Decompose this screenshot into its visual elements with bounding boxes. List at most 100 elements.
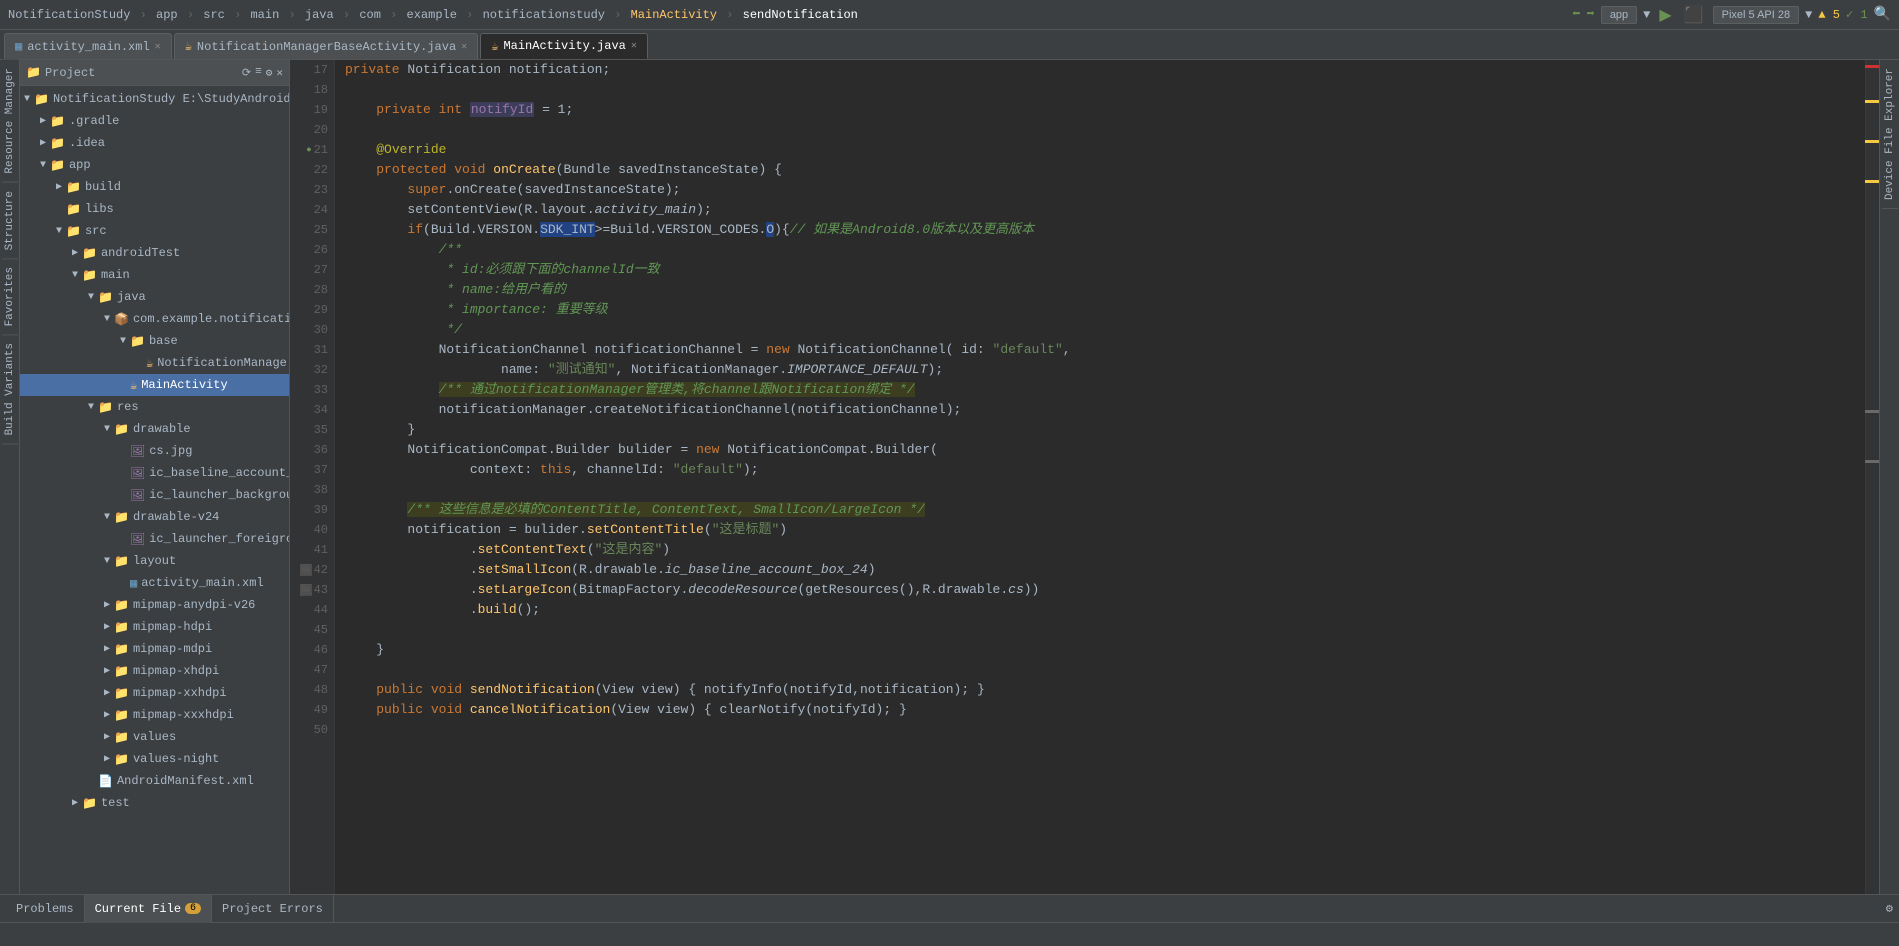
breadcrumb-item[interactable]: example <box>407 8 457 22</box>
tab-activity-main-xml[interactable]: ▦ activity_main.xml ✕ <box>4 33 172 59</box>
folder-icon: 📁 <box>50 114 65 129</box>
image-icon: 🖼 <box>130 532 145 547</box>
status-right: ⚙ <box>1886 901 1893 916</box>
tree-item-activity-xml[interactable]: ▶ ▦ activity_main.xml <box>20 572 289 594</box>
nav-forward-icon[interactable]: ➡ <box>1586 6 1594 23</box>
tree-item-res[interactable]: ▼ 📁 res <box>20 396 289 418</box>
code-editor[interactable]: private Notification notification; priva… <box>335 60 1865 894</box>
project-sidebar: 📁 Project ⟳ ≡ ⚙ ✕ ▼ 📁 NotificationStudy … <box>20 60 290 894</box>
java-file-icon: ☕ <box>130 378 137 393</box>
device-button[interactable]: Pixel 5 API 28 <box>1713 6 1800 24</box>
tree-item-main-activity[interactable]: ▶ ☕ MainActivity <box>20 374 289 396</box>
breadcrumb-item[interactable]: java <box>305 8 334 22</box>
right-side-tabs: Device File Explorer <box>1879 60 1899 894</box>
project-errors-tab[interactable]: Project Errors <box>212 895 334 923</box>
right-gutter <box>1865 60 1879 894</box>
tree-item-drawable[interactable]: ▼ 📁 drawable <box>20 418 289 440</box>
tree-item-mipmap-xhdpi[interactable]: ▶ 📁 mipmap-xhdpi <box>20 660 289 682</box>
tab-main-activity[interactable]: ☕ MainActivity.java ✕ <box>480 33 648 59</box>
nav-back-icon[interactable]: ⬅ <box>1572 6 1580 23</box>
tree-item-java[interactable]: ▼ 📁 java <box>20 286 289 308</box>
settings-icon[interactable]: ⚙ <box>266 66 273 80</box>
tree-item-gradle[interactable]: ▶ 📁 .gradle <box>20 110 289 132</box>
editor-content[interactable]: 17 18 19 20 ●21 22 23 24 25 26 27 28 29 … <box>290 60 1865 894</box>
tree-item-test[interactable]: ▶ 📁 test <box>20 792 289 814</box>
tree-item-androidtest[interactable]: ▶ 📁 androidTest <box>20 242 289 264</box>
expand-arrow: ▶ <box>52 181 66 193</box>
breadcrumb-class[interactable]: MainActivity <box>631 8 717 22</box>
tree-item-mipmap-anydpi[interactable]: ▶ 📁 mipmap-anydpi-v26 <box>20 594 289 616</box>
structure-tab[interactable]: Structure <box>2 183 18 259</box>
breadcrumb-item[interactable]: notificationstudy <box>483 8 605 22</box>
tree-item-label: NotificationStudy E:\StudyAndroid\No <box>53 92 289 106</box>
tree-item-mipmap-mdpi[interactable]: ▶ 📁 mipmap-mdpi <box>20 638 289 660</box>
tab-close-icon[interactable]: ✕ <box>155 41 161 53</box>
search-icon[interactable]: 🔍 <box>1874 6 1891 23</box>
tab-close-icon[interactable]: ✕ <box>461 41 467 53</box>
tree-item-values[interactable]: ▶ 📁 values <box>20 726 289 748</box>
errors-badge[interactable]: ✓ 1 <box>1846 7 1868 22</box>
tree-item-android-manifest[interactable]: ▶ 📄 AndroidManifest.xml <box>20 770 289 792</box>
breadcrumb-item[interactable]: app <box>156 8 178 22</box>
tree-item-ic-baseline[interactable]: ▶ 🖼 ic_baseline_account_ <box>20 462 289 484</box>
tree-item-drawable-v24[interactable]: ▼ 📁 drawable-v24 <box>20 506 289 528</box>
tree-item-ic-launcher-fg[interactable]: ▶ 🖼 ic_launcher_foreigrou <box>20 528 289 550</box>
current-file-label: Current File <box>95 902 181 916</box>
tree-item-layout[interactable]: ▼ 📁 layout <box>20 550 289 572</box>
tree-item-label: test <box>101 796 130 810</box>
expand-arrow: ▶ <box>36 137 50 149</box>
settings-gear-icon[interactable]: ⚙ <box>1886 901 1893 916</box>
resource-manager-tab[interactable]: Resource Manager <box>2 60 18 183</box>
tree-item-label: mipmap-xhdpi <box>133 664 219 678</box>
device-dropdown-icon[interactable]: ▼ <box>1805 8 1812 22</box>
tab-notification-manager[interactable]: ☕ NotificationManagerBaseActivity.java ✕ <box>174 33 479 59</box>
expand-arrow: ▶ <box>68 797 82 809</box>
build-variants-tab[interactable]: Build Variants <box>2 335 18 444</box>
close-sidebar-icon[interactable]: ✕ <box>276 66 283 80</box>
tree-item-ic-launcher-bg[interactable]: ▶ 🖼 ic_launcher_backgrou <box>20 484 289 506</box>
tree-item-label: values-night <box>133 752 219 766</box>
tree-item-root[interactable]: ▼ 📁 NotificationStudy E:\StudyAndroid\No <box>20 88 289 110</box>
expand-arrow: ▼ <box>100 424 114 435</box>
tree-item-app[interactable]: ▼ 📁 app <box>20 154 289 176</box>
warnings-badge[interactable]: ▲ 5 <box>1818 8 1840 22</box>
tree-item-build[interactable]: ▶ 📁 build <box>20 176 289 198</box>
tree-item-mipmap-hdpi[interactable]: ▶ 📁 mipmap-hdpi <box>20 616 289 638</box>
breadcrumb-item[interactable]: NotificationStudy <box>8 8 130 22</box>
tree-item-package[interactable]: ▼ 📦 com.example.notificatio <box>20 308 289 330</box>
tree-item-idea[interactable]: ▶ 📁 .idea <box>20 132 289 154</box>
tree-item-base[interactable]: ▼ 📁 base <box>20 330 289 352</box>
folder-icon: 📁 <box>50 158 65 173</box>
tree-item-mipmap-xxxhdpi[interactable]: ▶ 📁 mipmap-xxxhdpi <box>20 704 289 726</box>
debug-button[interactable]: ⬛ <box>1681 5 1707 25</box>
tree-item-libs[interactable]: ▶ 📁 libs <box>20 198 289 220</box>
breadcrumb-item[interactable]: com <box>359 8 381 22</box>
tree-item-mipmap-xxhdpi[interactable]: ▶ 📁 mipmap-xxhdpi <box>20 682 289 704</box>
favorites-tab[interactable]: Favorites <box>2 259 18 335</box>
tree-item-src[interactable]: ▼ 📁 src <box>20 220 289 242</box>
breadcrumb-item[interactable]: main <box>250 8 279 22</box>
current-file-tab[interactable]: Current File 6 <box>85 895 212 923</box>
sync-icon[interactable]: ⟳ <box>242 66 251 80</box>
run-button[interactable]: ▶ <box>1656 5 1674 25</box>
tree-item-label: ic_launcher_foreigrou <box>149 532 289 546</box>
line-numbers: 17 18 19 20 ●21 22 23 24 25 26 27 28 29 … <box>290 60 335 894</box>
tree-item-label: mipmap-hdpi <box>133 620 212 634</box>
run-config-button[interactable]: app <box>1601 6 1637 24</box>
tree-item-main[interactable]: ▼ 📁 main <box>20 264 289 286</box>
expand-arrow: ▶ <box>100 687 114 699</box>
tree-item-values-night[interactable]: ▶ 📁 values-night <box>20 748 289 770</box>
collapse-all-icon[interactable]: ≡ <box>255 66 262 80</box>
sidebar-tree: ▼ 📁 NotificationStudy E:\StudyAndroid\No… <box>20 86 289 894</box>
run-config-dropdown-icon[interactable]: ▼ <box>1643 8 1650 22</box>
folder-icon: 📁 <box>82 796 97 811</box>
breadcrumb-method[interactable]: sendNotification <box>743 8 858 22</box>
tree-item-cs-jpg[interactable]: ▶ 🖼 cs.jpg <box>20 440 289 462</box>
tab-close-icon[interactable]: ✕ <box>631 40 637 52</box>
expand-arrow: ▼ <box>52 226 66 237</box>
breadcrumb-item[interactable]: src <box>203 8 225 22</box>
device-file-explorer-tab[interactable]: Device File Explorer <box>1882 60 1898 209</box>
tree-item-notification-manager-file[interactable]: ▶ ☕ NotificationManage <box>20 352 289 374</box>
warning-marker <box>1865 460 1879 463</box>
problems-tab[interactable]: Problems <box>6 895 85 923</box>
